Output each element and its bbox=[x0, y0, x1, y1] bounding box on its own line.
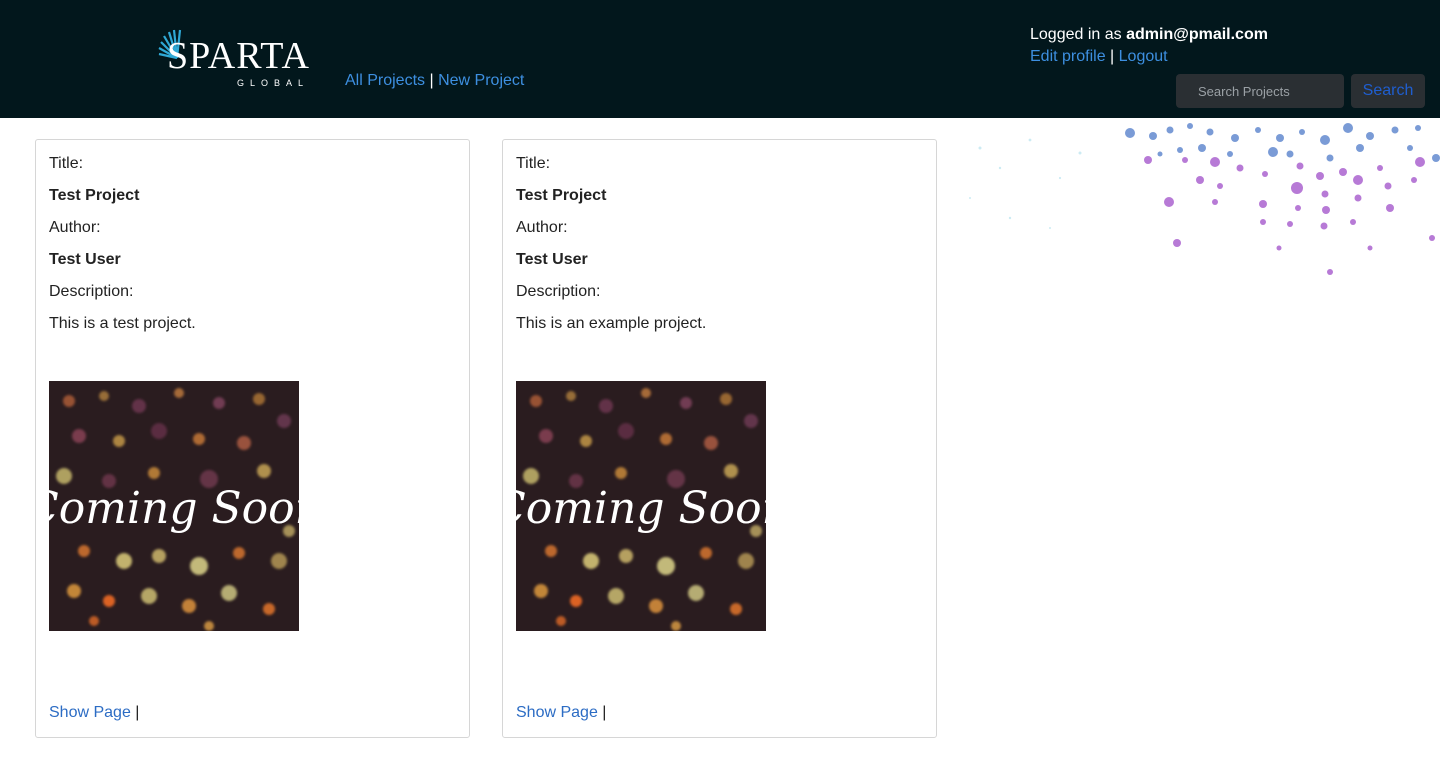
project-title: Test Project bbox=[49, 187, 140, 204]
coming-soon-image: Coming Soon bbox=[49, 381, 299, 631]
user-email: admin@pmail.com bbox=[1126, 26, 1268, 43]
user-links-separator: | bbox=[1110, 48, 1115, 65]
user-links: Edit profile | Logout bbox=[1030, 46, 1268, 68]
project-author: Test User bbox=[516, 251, 588, 268]
author-label: Author: bbox=[49, 219, 101, 236]
project-image: Coming Soon bbox=[49, 381, 299, 631]
edit-profile-link[interactable]: Edit profile bbox=[1030, 48, 1106, 65]
logged-in-prefix: Logged in as bbox=[1030, 26, 1122, 43]
card-footer: Show Page | bbox=[49, 704, 139, 722]
card-footer: Show Page | bbox=[516, 704, 606, 722]
project-description: This is a test project. bbox=[49, 315, 196, 332]
search-button[interactable]: Search bbox=[1351, 74, 1425, 108]
logo-wordmark: SPARTA bbox=[167, 35, 310, 77]
logo-subtitle: GLOBAL bbox=[237, 78, 310, 88]
footer-separator: | bbox=[135, 704, 140, 721]
project-author: Test User bbox=[49, 251, 121, 268]
all-projects-link[interactable]: All Projects bbox=[345, 72, 425, 89]
main-nav: All Projects | New Project bbox=[345, 72, 524, 90]
top-navbar: SPARTA GLOBAL All Projects | New Project… bbox=[0, 0, 1440, 118]
coming-soon-text: Coming Soon bbox=[49, 483, 299, 534]
new-project-link[interactable]: New Project bbox=[438, 72, 524, 89]
show-page-link[interactable]: Show Page bbox=[516, 704, 598, 721]
coming-soon-text: Coming Soon bbox=[516, 483, 766, 534]
project-card: Title: Test Project Author: Test User De… bbox=[502, 139, 937, 738]
project-title: Test Project bbox=[516, 187, 607, 204]
search-input[interactable] bbox=[1176, 74, 1344, 108]
project-description: This is an example project. bbox=[516, 315, 707, 332]
project-card: Title: Test Project Author: Test User De… bbox=[35, 139, 470, 738]
description-label: Description: bbox=[516, 283, 601, 300]
user-panel: Logged in as admin@pmail.com Edit profil… bbox=[1030, 24, 1268, 68]
footer-separator: | bbox=[602, 704, 607, 721]
coming-soon-image: Coming Soon bbox=[516, 381, 766, 631]
author-label: Author: bbox=[516, 219, 568, 236]
decorative-confetti bbox=[969, 123, 1440, 275]
nav-separator: | bbox=[429, 72, 434, 89]
logout-link[interactable]: Logout bbox=[1119, 48, 1168, 65]
description-label: Description: bbox=[49, 283, 134, 300]
title-label: Title: bbox=[516, 155, 551, 172]
sparta-global-logo[interactable]: SPARTA GLOBAL bbox=[155, 28, 315, 90]
show-page-link[interactable]: Show Page bbox=[49, 704, 131, 721]
title-label: Title: bbox=[49, 155, 84, 172]
project-image: Coming Soon bbox=[516, 381, 766, 631]
logged-in-status: Logged in as admin@pmail.com bbox=[1030, 24, 1268, 46]
